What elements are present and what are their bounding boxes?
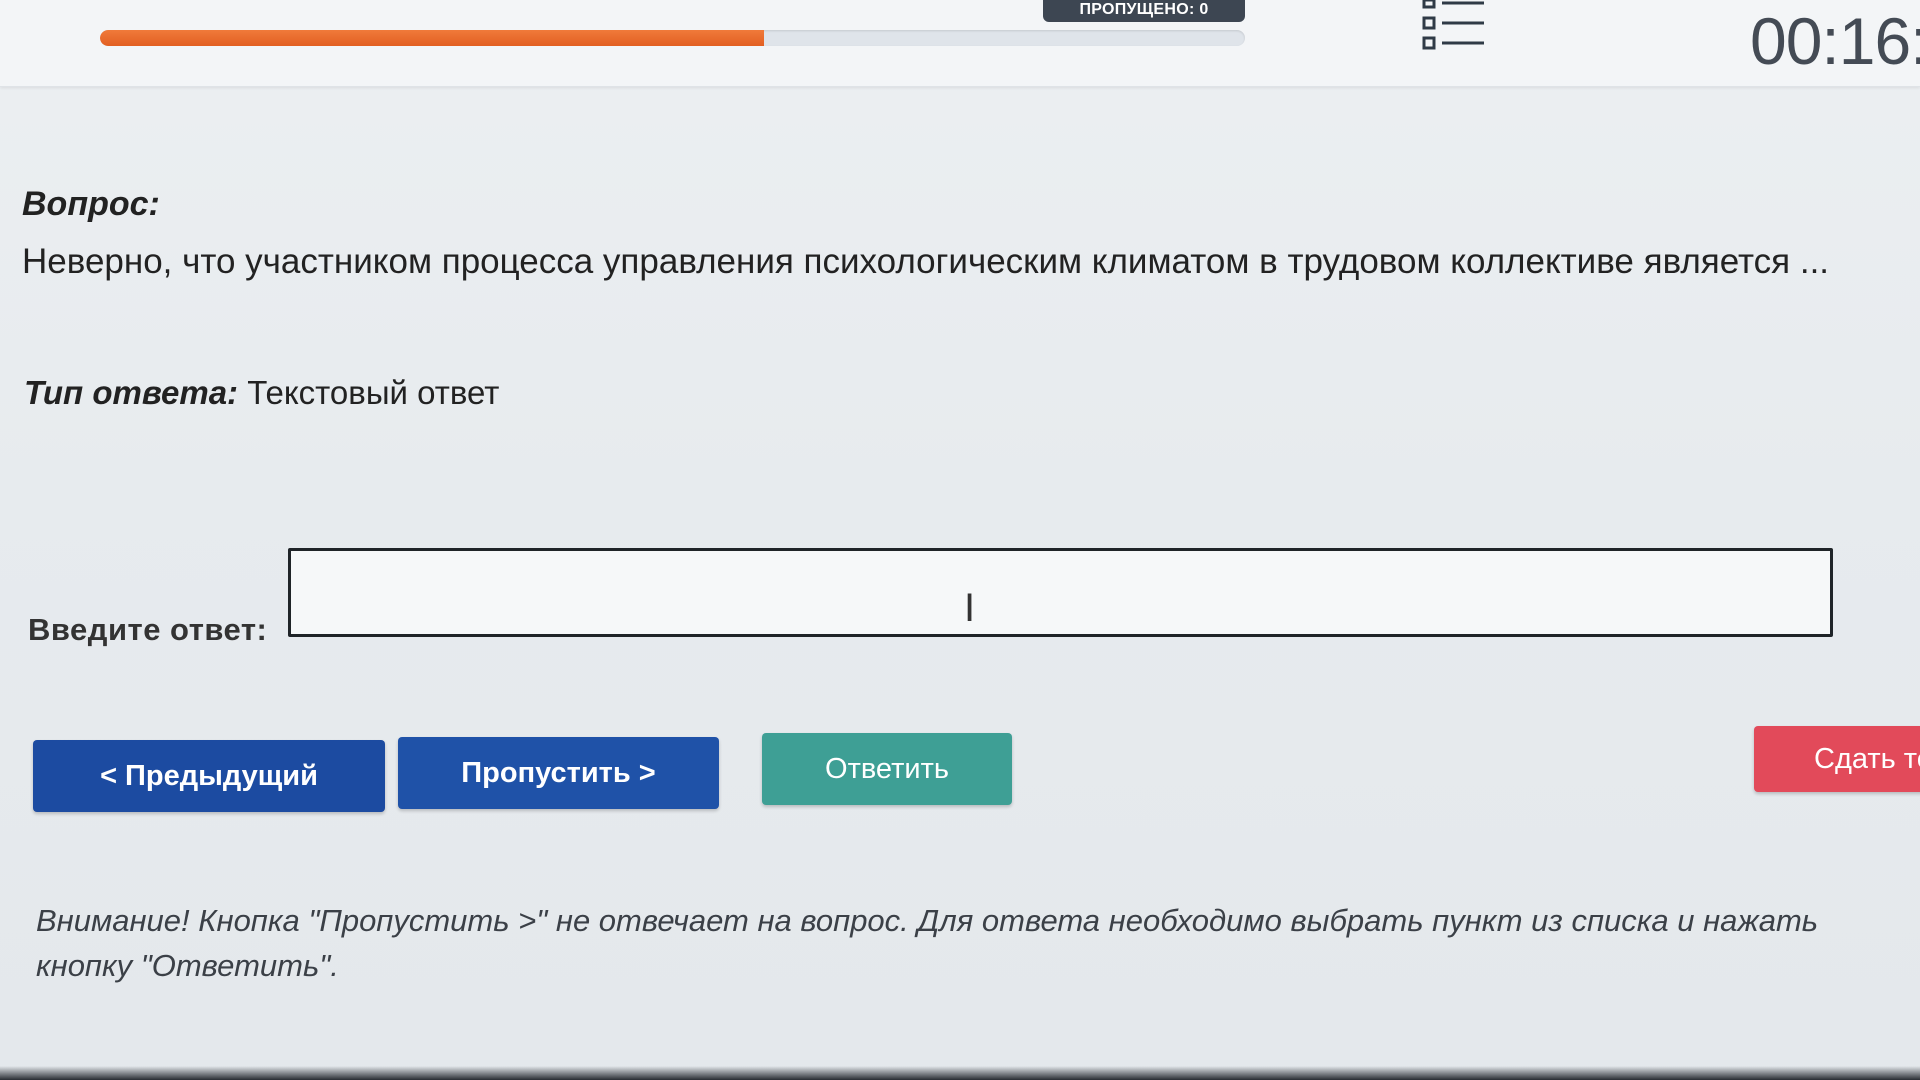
- skip-warning-notice: Внимание! Кнопка "Пропустить >" не отвеч…: [36, 898, 1920, 988]
- answer-type-label: Тип ответа:: [24, 374, 239, 411]
- progress-bar: [100, 30, 1245, 46]
- answer-input[interactable]: [288, 548, 1833, 637]
- question-list-icon[interactable]: [1420, 0, 1486, 52]
- answer-type-row: Тип ответа: Текстовый ответ: [24, 374, 499, 412]
- notice-line-1: Внимание! Кнопка "Пропустить >" не отвеч…: [36, 903, 1819, 938]
- progress-bar-fill: [100, 30, 765, 46]
- test-screen: ПРОПУЩЕНО: 0 00:16:3 Вопрос: Неверно, чт…: [0, 0, 1920, 1080]
- test-timer: 00:16:3: [1750, 6, 1920, 76]
- submit-answer-button[interactable]: Ответить: [762, 733, 1012, 805]
- submit-test-button[interactable]: Сдать тест: [1754, 726, 1920, 792]
- previous-question-button[interactable]: < Предыдущий: [33, 740, 385, 812]
- test-header: ПРОПУЩЕНО: 0 00:16:3: [0, 0, 1920, 87]
- text-cursor-icon: I: [964, 586, 976, 630]
- question-label: Вопрос:: [22, 185, 160, 223]
- answer-field-label: Введите ответ:: [28, 612, 268, 647]
- screen-bottom-edge: [0, 1066, 1920, 1080]
- skip-question-button[interactable]: Пропустить >: [398, 737, 719, 809]
- notice-line-2: кнопку "Ответить".: [36, 948, 339, 983]
- question-text: Неверно, что участником процесса управле…: [22, 242, 1830, 281]
- skipped-counter-badge: ПРОПУЩЕНО: 0: [1043, 0, 1245, 22]
- answer-type-value: Текстовый ответ: [247, 374, 500, 411]
